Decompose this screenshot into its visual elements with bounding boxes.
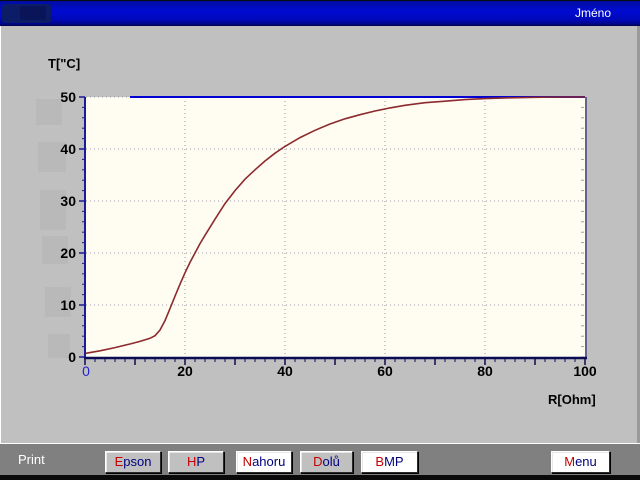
y-tick-label: 40 <box>60 141 76 157</box>
y-tick-label: 10 <box>60 297 76 313</box>
bottom-black-strip <box>0 475 640 480</box>
y-tick-label: 20 <box>60 245 76 261</box>
menu-button[interactable]: Menu <box>551 451 610 473</box>
chart-plot: 0 10 20 30 40 50 0 20 40 60 80 100 <box>0 0 640 480</box>
app-window: Jméno T["C] 01020304050020406080100 R[Oh… <box>0 0 640 480</box>
hp-button-label: P <box>196 454 205 469</box>
bottom-toolbar: Print Epson HP Nahoru Dolů BMP Menu <box>0 443 640 475</box>
x-tick-label: 20 <box>177 363 193 379</box>
nahoru-button-hotkey: N <box>243 454 252 469</box>
dolu-button[interactable]: Dolů <box>300 451 353 473</box>
x-tick-label: 40 <box>277 363 293 379</box>
hp-button[interactable]: HP <box>168 451 224 473</box>
x-tick-label: 60 <box>377 363 393 379</box>
epson-button-hotkey: E <box>115 454 124 469</box>
x-tick-label: 100 <box>573 363 597 379</box>
epson-button[interactable]: Epson <box>105 451 161 473</box>
bmp-button-hotkey: B <box>375 454 384 469</box>
dolu-button-label: olů <box>323 454 340 469</box>
print-label: Print <box>18 452 45 467</box>
y-tick-label: 50 <box>60 89 76 105</box>
bmp-button[interactable]: BMP <box>361 451 418 473</box>
hp-button-hotkey: H <box>187 454 196 469</box>
plot-area <box>85 97 587 359</box>
menu-button-label: enu <box>575 454 597 469</box>
bmp-button-label: MP <box>384 454 404 469</box>
y-tick-label: 0 <box>68 349 76 365</box>
nahoru-button[interactable]: Nahoru <box>236 451 292 473</box>
y-tick-label: 30 <box>60 193 76 209</box>
epson-button-label: pson <box>123 454 151 469</box>
x-tick-label: 80 <box>477 363 493 379</box>
nahoru-button-label: ahoru <box>252 454 285 469</box>
menu-button-hotkey: M <box>564 454 575 469</box>
x-tick-label: 0 <box>82 363 90 379</box>
x-axis-title: R[Ohm] <box>548 392 596 407</box>
dolu-button-hotkey: D <box>313 454 322 469</box>
